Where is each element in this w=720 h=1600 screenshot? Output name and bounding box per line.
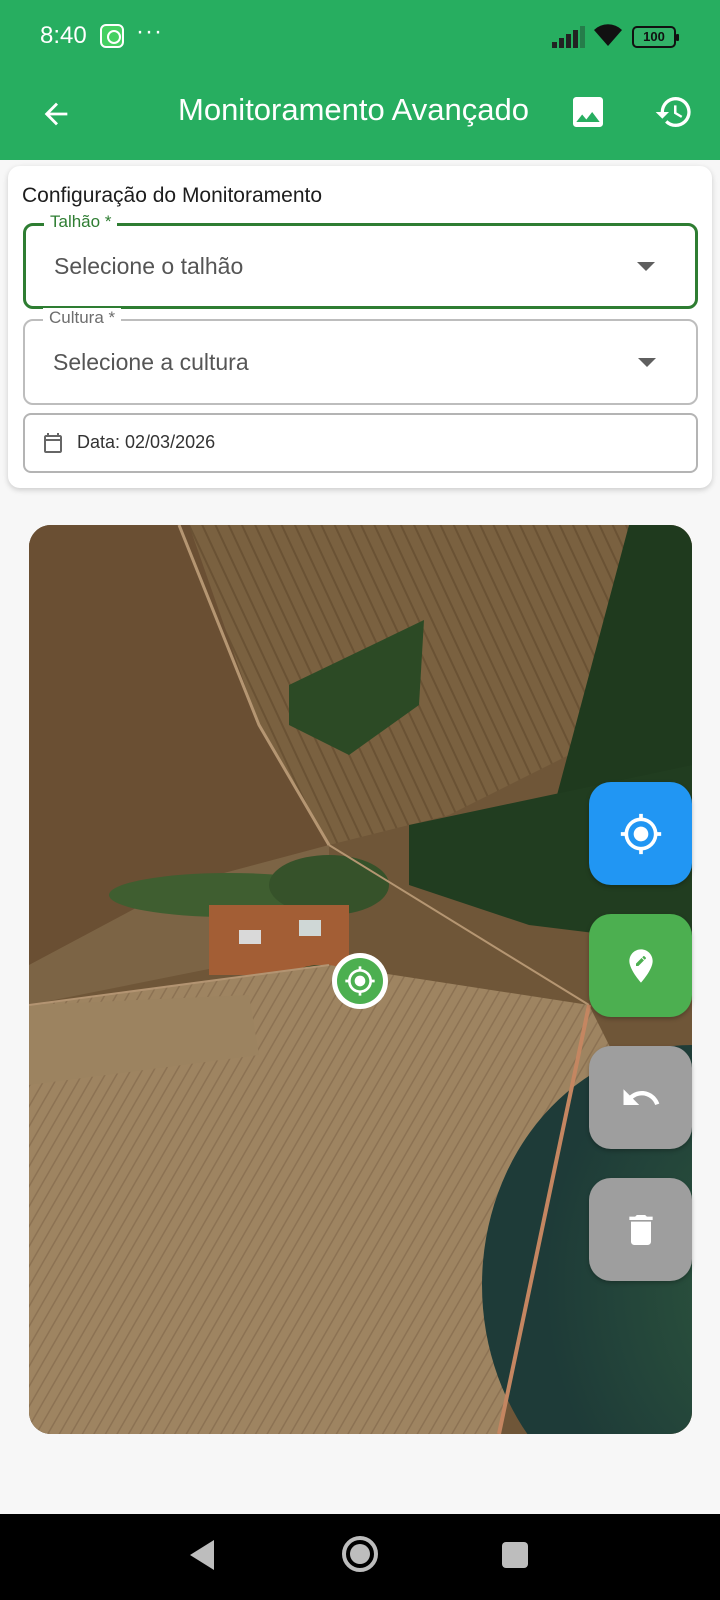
- date-picker-field[interactable]: Data: 02/03/2026: [23, 413, 698, 473]
- date-text: Data: 02/03/2026: [77, 432, 216, 452]
- nav-home-icon[interactable]: [340, 1534, 380, 1574]
- draw-point-button[interactable]: [589, 914, 692, 1017]
- edit-location-icon: [628, 948, 653, 983]
- delete-button[interactable]: [589, 1178, 692, 1281]
- config-card: Configuração do Monitoramento Talhão * S…: [8, 166, 712, 488]
- history-button[interactable]: [650, 88, 698, 136]
- cultura-dropdown[interactable]: Cultura * Selecione a cultura: [23, 308, 698, 405]
- gps-fixed-icon: [620, 813, 661, 854]
- image-icon: [573, 97, 603, 127]
- calendar-icon: [44, 433, 62, 453]
- more-notifications-icon: ···: [136, 18, 163, 45]
- arrow-back-icon: [44, 102, 68, 126]
- battery-indicator: 100: [632, 26, 679, 48]
- undo-icon: [623, 1088, 659, 1105]
- delete-icon: [628, 1214, 653, 1245]
- locate-button[interactable]: [589, 782, 692, 885]
- wifi-icon: [594, 24, 622, 46]
- back-button[interactable]: [32, 90, 80, 138]
- cultura-placeholder: Selecione a cultura: [53, 349, 249, 375]
- page-title: Monitoramento Avançado: [178, 92, 529, 127]
- current-location-marker: [332, 953, 388, 1009]
- whatsapp-icon: [100, 24, 124, 48]
- nav-back-icon[interactable]: [188, 1538, 218, 1572]
- talhao-dropdown[interactable]: Talhão * Selecione o talhão: [23, 212, 698, 309]
- cultura-label: Cultura *: [43, 308, 122, 328]
- chevron-down-icon: [637, 262, 655, 271]
- system-nav-bar: [0, 1514, 720, 1600]
- history-icon: [655, 97, 691, 128]
- config-title: Configuração do Monitoramento: [22, 184, 323, 207]
- signal-icon: [552, 26, 585, 48]
- nav-recents-icon[interactable]: [502, 1542, 528, 1568]
- status-time: 8:40: [40, 22, 87, 49]
- gallery-button[interactable]: [564, 88, 612, 136]
- chevron-down-icon: [638, 358, 656, 367]
- my-location-icon: [345, 966, 375, 996]
- app-bar: Monitoramento Avançado: [0, 72, 720, 160]
- talhao-label: Talhão *: [44, 212, 118, 232]
- status-bar: 8:40 ··· 100: [0, 0, 720, 72]
- talhao-placeholder: Selecione o talhão: [54, 253, 244, 279]
- undo-button[interactable]: [589, 1046, 692, 1149]
